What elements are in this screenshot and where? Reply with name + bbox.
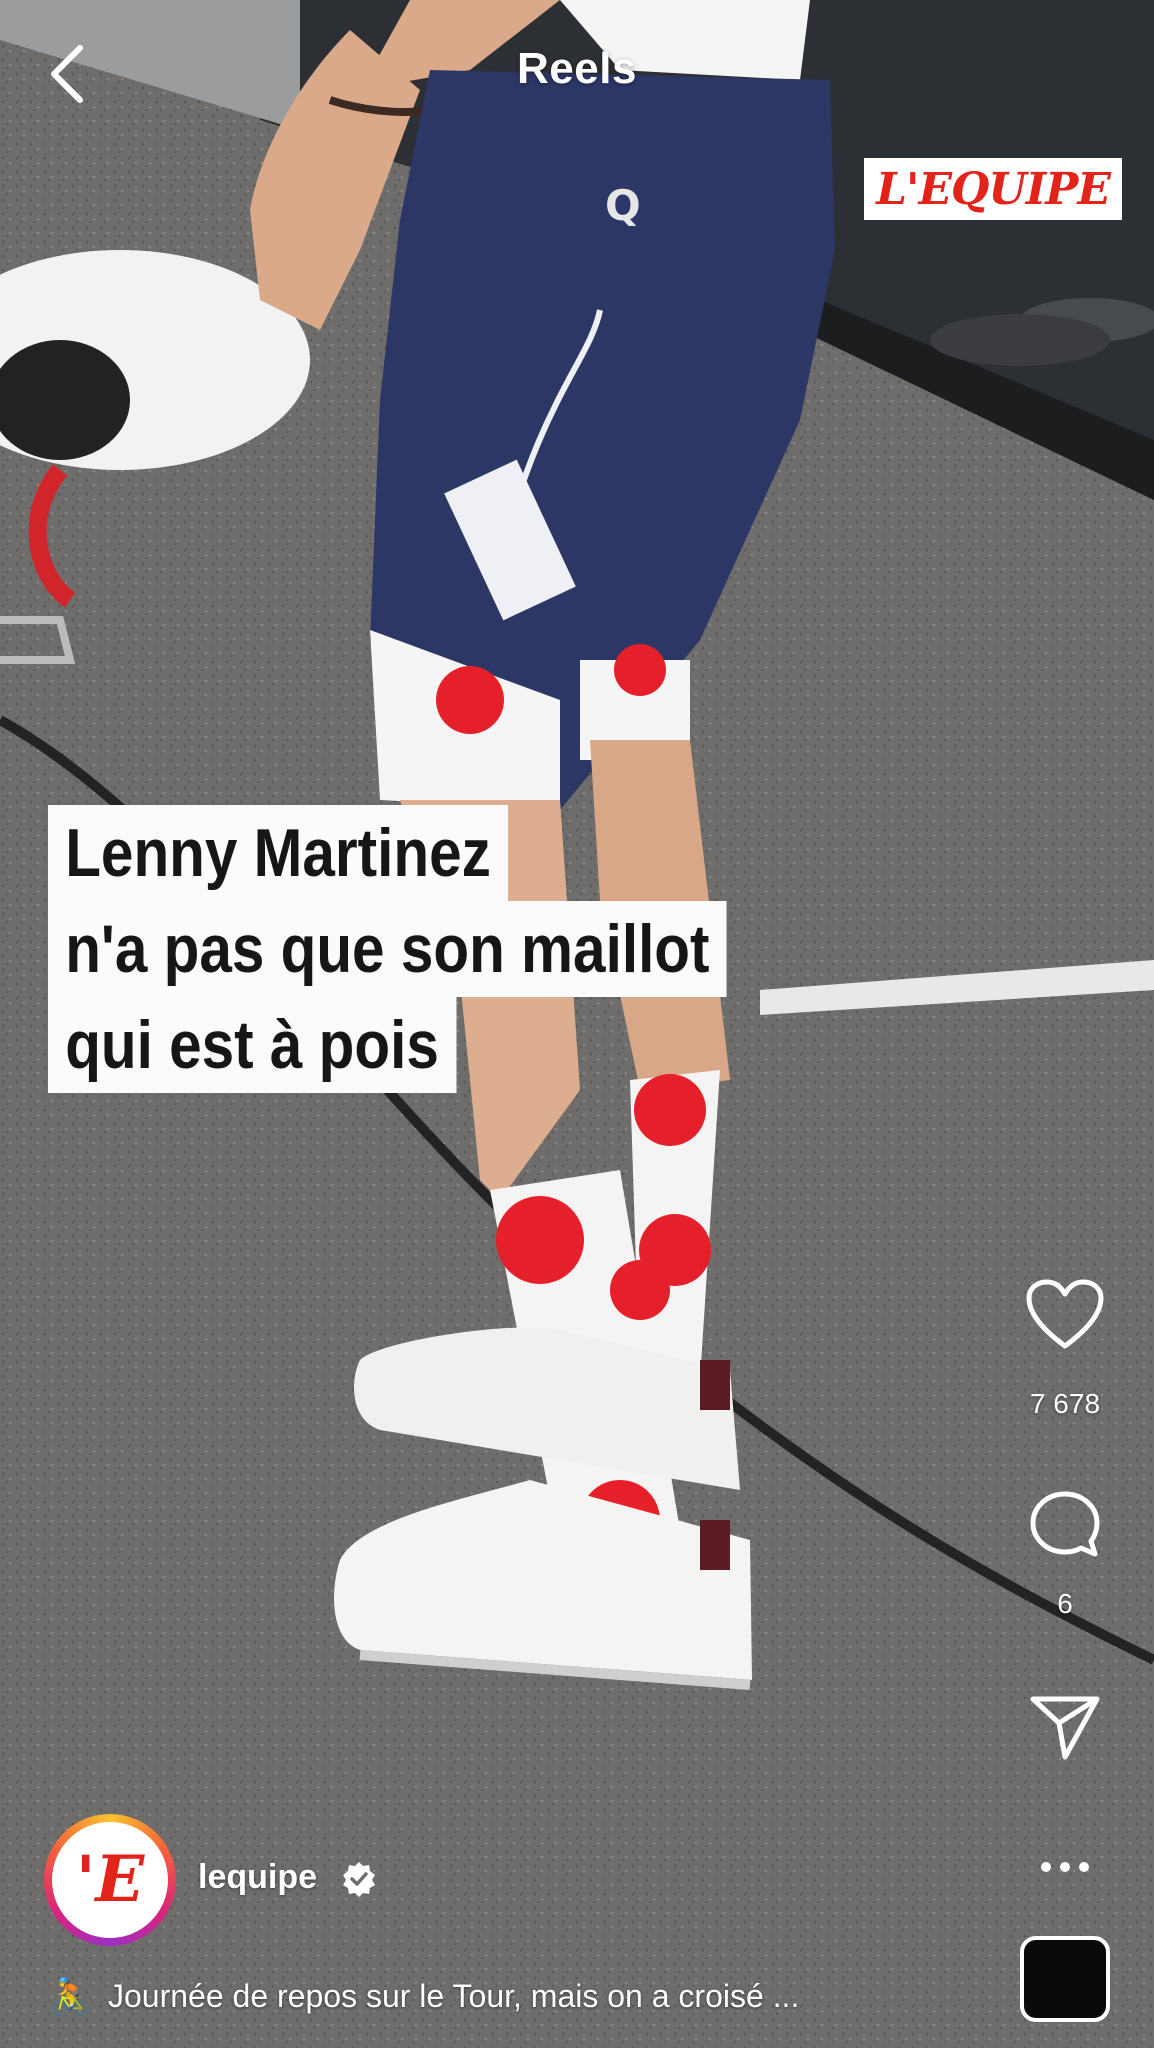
verified-badge-icon	[343, 1862, 375, 1897]
comment-count: 6	[1057, 1588, 1073, 1619]
audio-thumbnail[interactable]	[1020, 1936, 1110, 2022]
avatar-logo: 'E	[75, 1842, 145, 1917]
brand-watermark-text: L'EQUIPE	[876, 163, 1111, 215]
cyclist-emoji: 🚴	[48, 1976, 93, 2017]
like-count: 7 678	[1029, 1388, 1101, 1419]
avatar-image: 'E	[52, 1822, 168, 1938]
avatar[interactable]: 'E	[44, 1814, 176, 1946]
top-bar: Reels	[0, 0, 1154, 140]
caption-line: qui est à pois	[48, 997, 457, 1093]
page-title: Reels	[517, 44, 637, 93]
caption-line: Lenny Martinez	[48, 805, 509, 901]
brand-watermark: L'EQUIPE	[864, 158, 1122, 220]
post-description[interactable]: Journée de repos sur le Tour, mais on a …	[108, 1978, 908, 2015]
heart-icon	[1026, 1279, 1104, 1349]
svg-text:Q: Q	[605, 181, 641, 230]
comment-icon	[1030, 1491, 1100, 1557]
comment-button[interactable]	[1010, 1480, 1120, 1570]
video-caption: Lenny Martinez n'a pas que son maillot q…	[48, 805, 837, 1093]
caption-line: n'a pas que son maillot	[48, 901, 727, 997]
more-options-button[interactable]	[1010, 1842, 1120, 1892]
like-button[interactable]	[1010, 1270, 1120, 1360]
username-link[interactable]: lequipe	[198, 1858, 317, 1897]
more-icon	[1041, 1862, 1089, 1872]
send-icon	[1030, 1696, 1100, 1760]
share-button[interactable]	[1010, 1683, 1120, 1773]
